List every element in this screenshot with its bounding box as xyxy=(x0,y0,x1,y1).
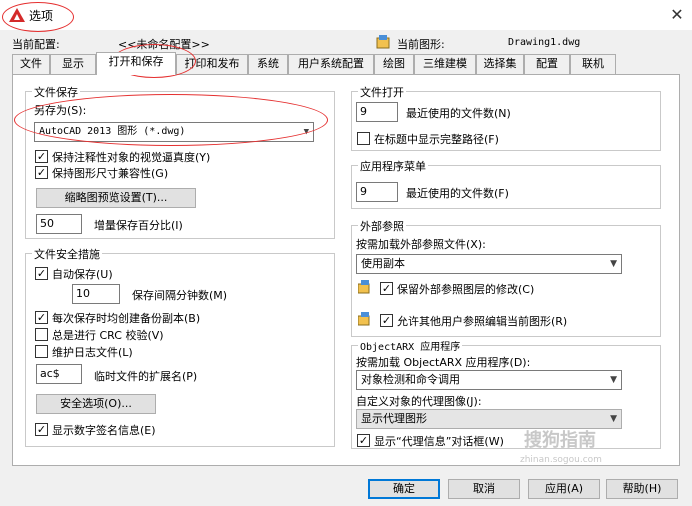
backup-copy-checkbox[interactable]: ✓ xyxy=(35,311,48,324)
xref-edit-icon xyxy=(358,312,370,326)
crc-check-label: 总是进行 CRC 校验(V) xyxy=(52,329,164,342)
app-menu-group: 应用程序菜单 9 最近使用的文件数(F) xyxy=(351,158,661,209)
apply-button[interactable]: 应用(A) xyxy=(528,479,600,499)
proxy-dialog-label: 显示“代理信息”对话框(W) xyxy=(374,435,504,448)
arx-demand-load-label: 按需加载 ObjectARX 应用程序(D): xyxy=(356,356,531,369)
proxy-dialog-checkbox[interactable]: ✓ xyxy=(357,434,370,447)
size-compat-label: 保持图形尺寸兼容性(G) xyxy=(52,167,169,180)
autocad-app-icon xyxy=(9,8,25,22)
temp-ext-label: 临时文件的扩展名(P) xyxy=(94,370,198,383)
log-file-label: 维护日志文件(L) xyxy=(52,346,133,359)
tab-online[interactable]: 联机 xyxy=(570,54,616,74)
xref-demand-load-label: 按需加载外部参照文件(X): xyxy=(356,238,486,251)
thumbnail-settings-button[interactable]: 缩略图预览设置(T)... xyxy=(36,188,196,208)
tab-selection[interactable]: 选择集 xyxy=(476,54,524,74)
chevron-down-icon: ▼ xyxy=(610,414,617,424)
autosave-interval-input[interactable]: 10 xyxy=(72,284,120,304)
file-open-group: 文件打开 9 最近使用的文件数(N) 在标题中显示完整路径(F) xyxy=(351,84,661,151)
incremental-save-input[interactable]: 50 xyxy=(36,214,82,234)
app-menu-recent-label: 最近使用的文件数(F) xyxy=(406,187,509,200)
recent-files-label: 最近使用的文件数(N) xyxy=(406,107,511,120)
save-as-label: 另存为(S): xyxy=(34,104,87,117)
size-compat-checkbox[interactable]: ✓ xyxy=(35,166,48,179)
current-profile-label: 当前配置: xyxy=(12,38,60,51)
drawing-icon xyxy=(376,35,390,49)
digital-signature-checkbox[interactable]: ✓ xyxy=(35,423,48,436)
retain-xref-changes-label: 保留外部参照图层的修改(C) xyxy=(397,283,535,296)
current-drawing-label: 当前图形: xyxy=(397,38,445,51)
tab-open-save[interactable]: 打开和保存 xyxy=(96,52,176,75)
sogou-watermark: 搜狗指南 xyxy=(524,430,596,451)
chevron-down-icon: ▼ xyxy=(610,375,617,385)
save-as-select[interactable]: AutoCAD 2013 图形 (*.dwg) ▼ xyxy=(34,122,314,142)
arx-demand-load-value: 对象检测和命令调用 xyxy=(361,373,460,386)
tab-plot-publish[interactable]: 打印和发布 xyxy=(176,54,248,74)
tab-content-panel: 文件保存 另存为(S): AutoCAD 2013 图形 (*.dwg) ▼ ✓… xyxy=(12,74,680,466)
tab-user-preferences[interactable]: 用户系统配置 xyxy=(288,54,374,74)
objectarx-title: ObjectARX 应用程序 xyxy=(358,338,463,353)
tab-display[interactable]: 显示 xyxy=(50,54,96,74)
log-file-checkbox[interactable] xyxy=(35,345,48,358)
tab-3d-modeling[interactable]: 三维建模 xyxy=(414,54,476,74)
xref-title: 外部参照 xyxy=(358,218,406,234)
help-button[interactable]: 帮助(H) xyxy=(606,479,678,499)
file-save-title: 文件保存 xyxy=(32,84,80,100)
file-save-group: 文件保存 另存为(S): AutoCAD 2013 图形 (*.dwg) ▼ ✓… xyxy=(25,84,335,239)
ok-button[interactable]: 确定 xyxy=(368,479,440,499)
file-open-title: 文件打开 xyxy=(358,84,406,100)
xref-demand-load-value: 使用副本 xyxy=(361,257,405,270)
save-as-value: AutoCAD 2013 图形 (*.dwg) xyxy=(39,126,186,137)
tab-system[interactable]: 系统 xyxy=(248,54,288,74)
cancel-button[interactable]: 取消 xyxy=(448,479,520,499)
file-safety-title: 文件安全措施 xyxy=(32,246,102,262)
allow-refedit-checkbox[interactable]: ✓ xyxy=(380,314,393,327)
chevron-down-icon: ▼ xyxy=(610,259,617,269)
autosave-checkbox[interactable]: ✓ xyxy=(35,267,48,280)
arx-demand-load-select[interactable]: 对象检测和命令调用 ▼ xyxy=(356,370,622,390)
retain-xref-changes-checkbox[interactable]: ✓ xyxy=(380,282,393,295)
xref-demand-load-select[interactable]: 使用副本 ▼ xyxy=(356,254,622,274)
xref-layer-icon xyxy=(358,280,370,294)
objectarx-group: ObjectARX 应用程序 按需加载 ObjectARX 应用程序(D): 对… xyxy=(351,338,661,449)
tab-profiles[interactable]: 配置 xyxy=(524,54,570,74)
tab-files[interactable]: 文件 xyxy=(12,54,50,74)
proxy-images-label: 自定义对象的代理图像(J): xyxy=(356,395,482,408)
sogou-watermark-url: zhinan.sogou.com xyxy=(520,455,602,465)
title-bar xyxy=(0,0,692,30)
digital-signature-label: 显示数字签名信息(E) xyxy=(52,424,156,437)
full-path-checkbox[interactable] xyxy=(357,132,370,145)
app-menu-recent-input[interactable]: 9 xyxy=(356,182,398,202)
proxy-images-value: 显示代理图形 xyxy=(361,412,427,425)
recent-files-input[interactable]: 9 xyxy=(356,102,398,122)
security-options-button[interactable]: 安全选项(O)... xyxy=(36,394,156,414)
temp-ext-input[interactable]: ac$ xyxy=(36,364,82,384)
autosave-label: 自动保存(U) xyxy=(52,268,113,281)
current-profile-value: <<未命名配置>> xyxy=(118,38,210,51)
allow-refedit-label: 允许其他用户参照编辑当前图形(R) xyxy=(397,315,568,328)
window-title: 选项 xyxy=(29,9,54,23)
full-path-label: 在标题中显示完整路径(F) xyxy=(374,133,499,146)
close-icon[interactable]: ✕ xyxy=(668,5,686,24)
current-drawing-value: Drawing1.dwg xyxy=(508,37,581,48)
autosave-interval-label: 保存间隔分钟数(M) xyxy=(132,289,228,302)
annot-fidelity-label: 保持注释性对象的视觉逼真度(Y) xyxy=(52,151,211,164)
app-menu-title: 应用程序菜单 xyxy=(358,158,428,174)
backup-copy-label: 每次保存时均创建备份副本(B) xyxy=(52,312,201,325)
incremental-save-label: 增量保存百分比(I) xyxy=(94,219,183,232)
chevron-down-icon: ▼ xyxy=(303,127,309,137)
file-safety-group: 文件安全措施 ✓ 自动保存(U) 10 保存间隔分钟数(M) ✓ 每次保存时均创… xyxy=(25,246,335,447)
tab-drafting[interactable]: 绘图 xyxy=(374,54,414,74)
xref-group: 外部参照 按需加载外部参照文件(X): 使用副本 ▼ ✓ 保留外部参照图层的修改… xyxy=(351,218,661,337)
annot-fidelity-checkbox[interactable]: ✓ xyxy=(35,150,48,163)
crc-check-checkbox[interactable] xyxy=(35,328,48,341)
